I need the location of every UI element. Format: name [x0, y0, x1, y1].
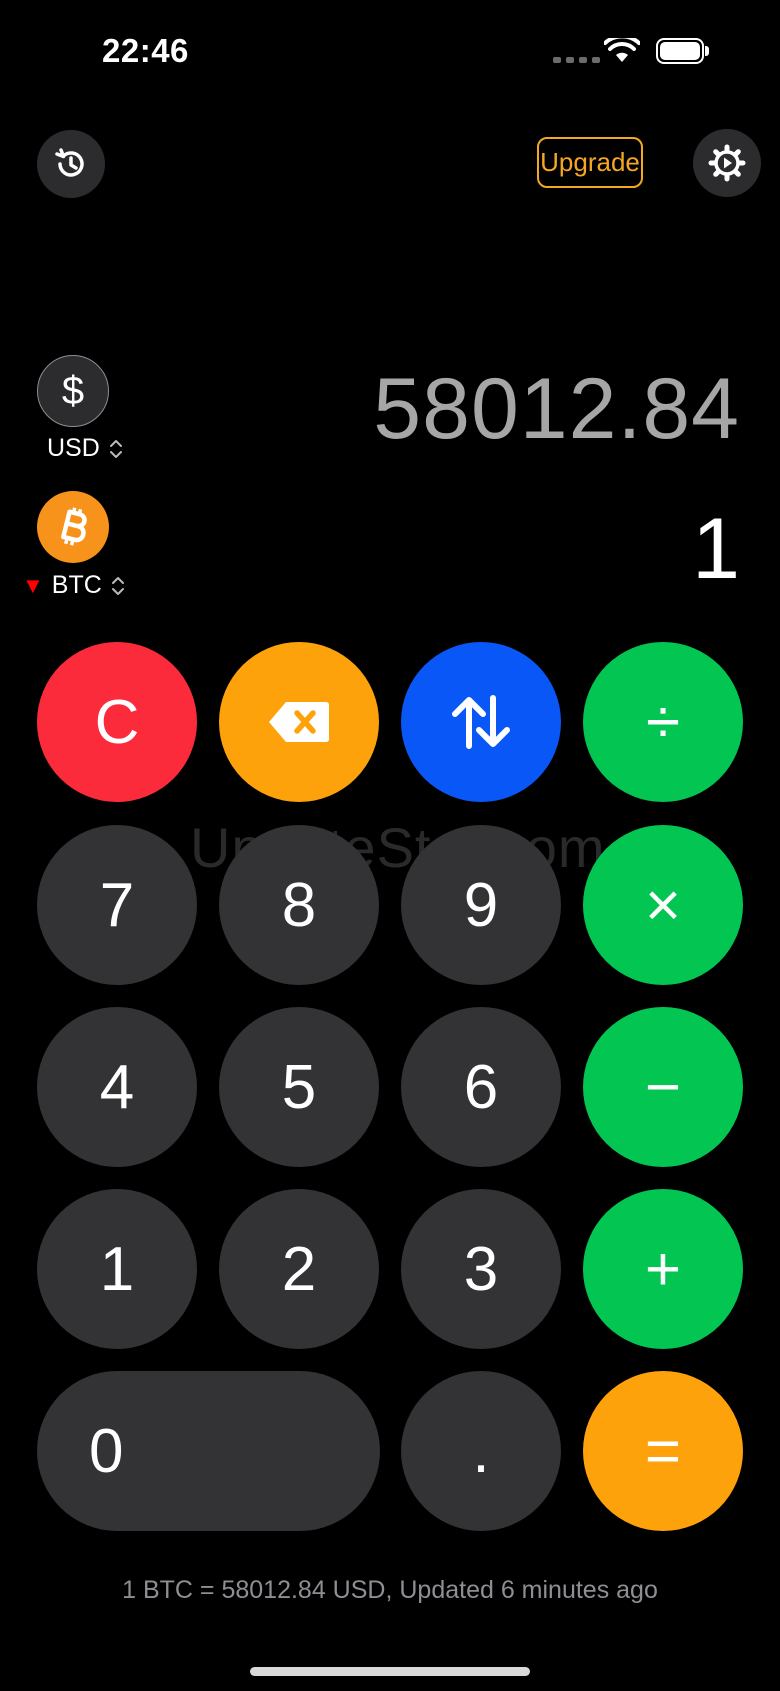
- chevron-up-down-icon: [111, 576, 124, 595]
- history-icon: [55, 148, 84, 177]
- swap-currencies-button[interactable]: [401, 642, 561, 802]
- usd-value: 58012.84: [373, 361, 740, 457]
- digit-8-button[interactable]: 8: [219, 825, 379, 985]
- exchange-rate-text: 1 BTC = 58012.84 USD, Updated 6 minutes …: [122, 1576, 658, 1604]
- btc-value: 1: [692, 501, 740, 597]
- backspace-button[interactable]: [219, 642, 379, 802]
- cellular-signal-icon: [553, 57, 600, 63]
- usd-currency-picker[interactable]: USD: [47, 434, 124, 463]
- battery-icon: [656, 38, 709, 64]
- status-time: 22:46: [102, 32, 189, 69]
- digit-0-button[interactable]: 0: [37, 1371, 380, 1531]
- usd-code: USD: [47, 434, 100, 462]
- digit-2-button[interactable]: 2: [219, 1189, 379, 1349]
- digit-9-button[interactable]: 9: [401, 825, 561, 985]
- dollar-sign: $: [61, 368, 85, 413]
- swap-arrows-icon: [452, 695, 510, 749]
- bitcoin-symbol-icon: [61, 507, 87, 546]
- digit-4-button[interactable]: 4: [37, 1007, 197, 1167]
- chevron-up-down-icon: [109, 439, 122, 458]
- bitcoin-icon[interactable]: [37, 491, 109, 563]
- digit-3-button[interactable]: 3: [401, 1189, 561, 1349]
- btc-currency-picker[interactable]: ▼ BTC: [22, 571, 126, 600]
- gear-icon: [708, 144, 746, 182]
- btc-code: BTC: [51, 571, 102, 599]
- multiply-button[interactable]: ×: [583, 825, 743, 985]
- status-bar: 22:46: [0, 0, 780, 110]
- settings-button[interactable]: [693, 129, 761, 197]
- upgrade-button[interactable]: Upgrade: [537, 137, 643, 188]
- digit-6-button[interactable]: 6: [401, 1007, 561, 1167]
- history-button[interactable]: [37, 130, 105, 198]
- trend-down-icon: ▼: [22, 572, 44, 598]
- digit-7-button[interactable]: 7: [37, 825, 197, 985]
- home-indicator[interactable]: [250, 1667, 530, 1676]
- clear-button[interactable]: C: [37, 642, 197, 802]
- usd-currency-icon[interactable]: $: [37, 355, 109, 427]
- equals-button[interactable]: =: [583, 1371, 743, 1531]
- wifi-icon: [604, 38, 640, 62]
- plus-button[interactable]: +: [583, 1189, 743, 1349]
- backspace-icon: [269, 702, 329, 742]
- divide-button[interactable]: ÷: [583, 642, 743, 802]
- decimal-point-button[interactable]: .: [401, 1371, 561, 1531]
- minus-button[interactable]: −: [583, 1007, 743, 1167]
- digit-5-button[interactable]: 5: [219, 1007, 379, 1167]
- digit-1-button[interactable]: 1: [37, 1189, 197, 1349]
